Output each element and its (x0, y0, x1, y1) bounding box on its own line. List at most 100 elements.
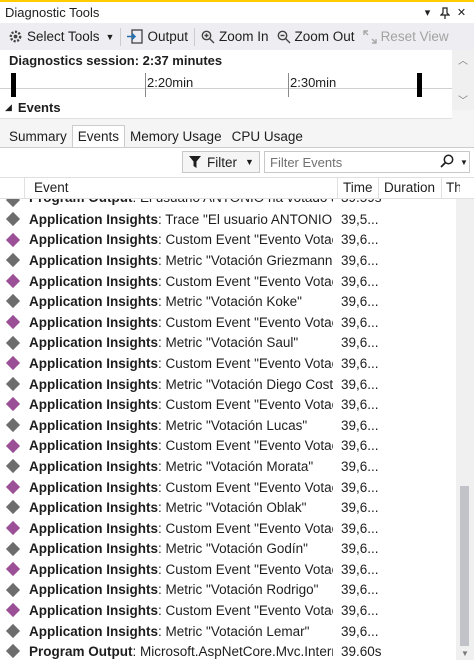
ruler-left-edge (11, 73, 16, 97)
table-row[interactable]: Application Insights: Custom Event "Even… (0, 353, 456, 374)
table-row[interactable]: Application Insights: Metric "Votación G… (0, 539, 456, 560)
events-column-header: Event Time Duration Th (0, 177, 474, 200)
column-event[interactable]: Event (34, 180, 69, 198)
table-row[interactable]: Application Insights: Metric "Votación L… (0, 415, 456, 436)
search-options-chevron-icon[interactable]: ▼ (460, 158, 468, 167)
table-row[interactable]: Program Output: El usuario ANTONIO ha vo… (0, 199, 456, 209)
table-row[interactable]: Application Insights: Metric "Votación G… (0, 250, 456, 271)
event-description: Application Insights: Metric "Votación S… (29, 335, 299, 351)
chevron-up-icon[interactable]: ︿ (458, 52, 468, 67)
custom-event-icon (5, 438, 21, 453)
zoom-out-label: Zoom Out (294, 29, 355, 44)
tab-cpu-usage[interactable]: CPU Usage (227, 126, 308, 148)
window-title-bar: Diagnostic Tools ▾ ✕ (0, 0, 474, 23)
table-row[interactable]: Application Insights: Metric "Votación K… (0, 291, 456, 312)
custom-event-icon (5, 314, 21, 330)
column-separator[interactable] (378, 178, 379, 200)
event-description: Application Insights: Custom Event "Even… (29, 355, 333, 371)
event-time: 39,6... (341, 438, 379, 454)
filter-dropdown-button[interactable]: Filter ▼ (182, 151, 260, 173)
table-row[interactable]: Application Insights: Custom Event "Even… (0, 600, 456, 621)
event-diamond-icon (5, 199, 21, 208)
event-time: 39,6... (341, 376, 379, 392)
zoom-in-button[interactable]: Zoom In (197, 26, 273, 48)
timeline-scrollbar[interactable]: ︿ ﹀ (452, 50, 474, 110)
table-row[interactable]: Application Insights: Custom Event "Even… (0, 436, 456, 457)
table-row[interactable]: Application Insights: Metric "Votación R… (0, 580, 456, 601)
timeline-ruler[interactable]: 2:20min 2:30min (0, 71, 452, 97)
custom-event-icon (5, 603, 21, 618)
chevron-down-icon: ▼ (105, 31, 115, 42)
event-description: Application Insights: Metric "Votación G… (29, 252, 333, 268)
output-button[interactable]: Output (123, 26, 192, 48)
event-time: 39,6... (341, 314, 379, 330)
scrollbar-thumb[interactable] (460, 486, 469, 646)
table-row[interactable]: Program Output: Microsoft.AspNetCore.Mvc… (0, 641, 456, 660)
custom-event-icon (5, 520, 21, 535)
event-description: Application Insights: Custom Event "Even… (29, 438, 333, 454)
table-row[interactable]: Application Insights: Custom Event "Even… (0, 518, 456, 539)
event-diamond-icon (5, 541, 21, 556)
reset-view-button[interactable]: Reset View (359, 26, 453, 48)
funnel-icon (189, 156, 201, 168)
event-description: Application Insights: Metric "Votación L… (29, 623, 310, 639)
event-diamond-icon (5, 644, 21, 659)
table-row[interactable]: Application Insights: Custom Event "Even… (0, 559, 456, 580)
table-row[interactable]: Application Insights: Metric "Votación O… (0, 497, 456, 518)
scroll-down-arrow-icon[interactable]: ▼ (461, 649, 469, 658)
event-diamond-icon (5, 417, 21, 433)
events-scrollbar[interactable]: ▼ (456, 199, 474, 660)
event-description: Application Insights: Metric "Votación R… (29, 582, 319, 598)
filter-label: Filter (207, 154, 237, 170)
event-time: 39,6... (341, 397, 379, 413)
event-description: Application Insights: Custom Event "Even… (29, 520, 333, 536)
column-separator[interactable] (337, 178, 338, 200)
event-time: 39,6... (341, 232, 379, 248)
tab-summary[interactable]: Summary (4, 126, 72, 148)
event-time: 39,6... (341, 294, 379, 310)
column-thread[interactable]: Th (446, 180, 460, 198)
table-row[interactable]: Application Insights: Custom Event "Even… (0, 477, 456, 498)
table-row[interactable]: Application Insights: Metric "Votación D… (0, 374, 456, 395)
tab-events[interactable]: Events (71, 125, 126, 148)
column-time[interactable]: Time (343, 180, 373, 198)
column-separator[interactable] (441, 178, 442, 200)
ruler-right-edge (417, 73, 422, 97)
window-menu-icon[interactable]: ▾ (419, 4, 436, 21)
table-row[interactable]: Application Insights: Custom Event "Even… (0, 312, 456, 333)
event-time: 39,6... (341, 252, 379, 268)
close-icon[interactable]: ✕ (453, 4, 470, 21)
event-time: 39.59s (341, 199, 381, 205)
event-diamond-icon (5, 376, 21, 391)
table-row[interactable]: Application Insights: Custom Event "Even… (0, 271, 456, 292)
event-description: Application Insights: Metric "Votación G… (29, 541, 308, 557)
events-section-title: Events (17, 100, 61, 115)
event-time: 39,6... (341, 458, 379, 474)
title-buttons: ▾ ✕ (419, 4, 470, 21)
events-section-header[interactable]: ◢ Events (0, 97, 452, 119)
select-tools-button[interactable]: Select Tools ▼ (4, 26, 118, 48)
table-row[interactable]: Application Insights: Trace "El usuario … (0, 209, 456, 230)
event-time: 39,6... (341, 417, 379, 433)
pin-icon[interactable] (436, 4, 453, 21)
event-time: 39.60s (341, 644, 381, 660)
table-row[interactable]: Application Insights: Custom Event "Even… (0, 394, 456, 415)
search-icon[interactable] (440, 154, 454, 168)
event-time: 39,6... (341, 335, 379, 351)
chevron-down-icon[interactable]: ﹀ (458, 92, 468, 107)
table-row[interactable]: Application Insights: Custom Event "Even… (0, 230, 456, 251)
toolbar-separator (120, 27, 122, 46)
column-duration[interactable]: Duration (384, 180, 435, 198)
tab-memory-usage[interactable]: Memory Usage (125, 126, 227, 148)
toolbar-separator (194, 27, 195, 46)
session-duration: Diagnostics session: 2:37 minutes (0, 50, 452, 71)
table-row[interactable]: Application Insights: Metric "Votación M… (0, 456, 456, 477)
table-row[interactable]: Application Insights: Metric "Votación S… (0, 333, 456, 354)
zoom-out-button[interactable]: Zoom Out (273, 26, 359, 48)
event-time: 39,6... (341, 520, 379, 536)
table-row[interactable]: Application Insights: Metric "Votación L… (0, 621, 456, 642)
zoom-in-label: Zoom In (219, 29, 269, 44)
event-description: Application Insights: Custom Event "Even… (29, 603, 333, 619)
select-tools-label: Select Tools (27, 29, 100, 44)
custom-event-icon (5, 356, 21, 371)
